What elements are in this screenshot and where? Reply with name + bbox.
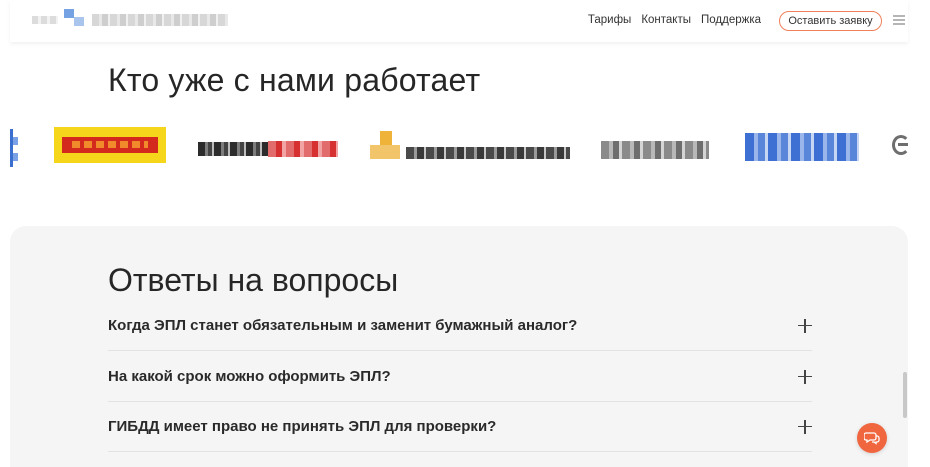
faq-question: На какой срок можно оформить ЭПЛ? [108,368,391,385]
nav-item-contacts[interactable]: Контакты [641,14,691,26]
submit-request-button[interactable]: Оставить заявку [779,11,882,31]
site-header: Тарифы Контакты Поддержка Оставить заявк… [10,0,908,42]
client-logo [745,133,859,161]
client-logo [370,131,570,163]
chat-bubble-icon[interactable] [857,423,887,453]
client-logo [892,133,912,159]
plus-icon[interactable] [798,419,812,434]
plus-icon[interactable] [798,369,812,384]
faq-item[interactable]: На какой срок можно оформить ЭПЛ? [108,352,812,402]
nav-item-support[interactable]: Поддержка [701,14,761,26]
hamburger-icon[interactable] [893,15,905,25]
faq-item[interactable]: Когда ЭПЛ станет обязательным и заменит … [108,301,812,351]
faq-question: Когда ЭПЛ станет обязательным и заменит … [108,317,578,334]
client-logo [601,141,709,159]
client-logo [198,139,338,161]
client-logo [10,129,18,167]
faq-question: ГИБДД имеет право не принять ЭПЛ для про… [108,418,497,435]
logo-mark-blue [64,9,74,18]
faq-title: Ответы на вопросы [108,262,399,298]
logo-mark-light-blue [74,17,84,26]
logo-wordmark [92,14,228,26]
faq-section: Ответы на вопросы Когда ЭПЛ станет обяза… [10,226,908,467]
plus-icon[interactable] [798,318,812,333]
logo-mark [32,16,58,24]
clients-section-title: Кто уже с нами работает [108,62,481,98]
client-logo [54,127,166,163]
main-nav: Тарифы Контакты Поддержка [588,14,761,26]
nav-item-tariffs[interactable]: Тарифы [588,14,631,26]
page-scrollbar[interactable] [903,372,907,418]
site-logo[interactable] [32,9,228,31]
client-logos-carousel [0,125,930,167]
faq-item[interactable]: ГИБДД имеет право не принять ЭПЛ для про… [108,402,812,452]
